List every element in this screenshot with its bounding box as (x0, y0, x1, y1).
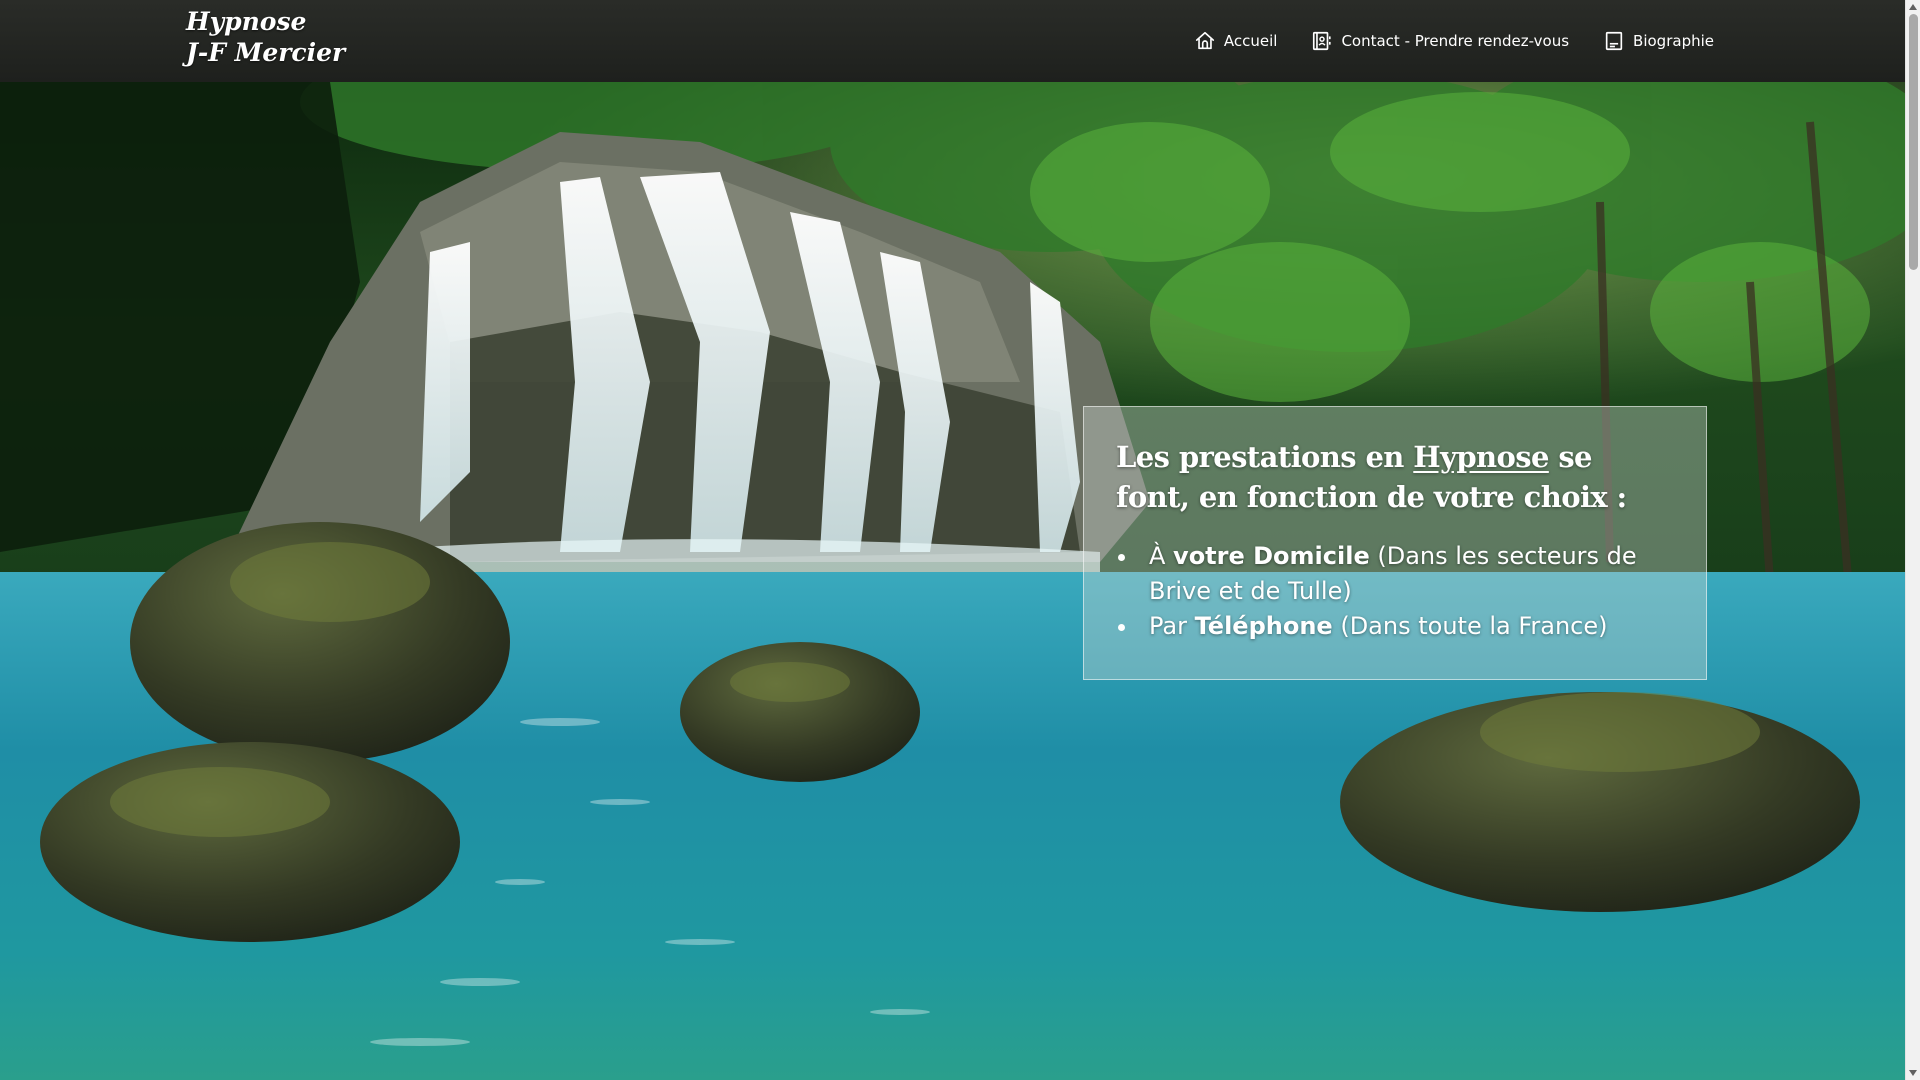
home-icon (1195, 31, 1214, 50)
services-heading: Les prestations en Hypnose se font, en f… (1116, 437, 1674, 517)
scroll-up-arrow-icon[interactable] (1909, 4, 1917, 10)
hypnose-link[interactable]: Hypnose (1413, 440, 1549, 474)
page-scrollbar[interactable] (1905, 0, 1920, 1080)
document-icon (1605, 31, 1623, 51)
nav-item-label: Biographie (1633, 32, 1714, 50)
nav-item-contact[interactable]: Contact - Prendre rendez-vous (1311, 30, 1569, 52)
scrollbar-thumb[interactable] (1909, 14, 1918, 270)
logo-line-1: Hypnose (186, 7, 307, 36)
main-navigation: Accueil Contact - Prendre rendez-vous Bi… (1194, 0, 1714, 82)
heading-text-start: Les prestations en (1116, 440, 1414, 474)
nav-item-label: Accueil (1223, 32, 1278, 50)
site-header: Hypnose J-F Mercier Accueil Contact - Pr… (0, 0, 1905, 82)
browser-viewport: Hypnose J-F Mercier Accueil Contact - Pr… (0, 0, 1905, 1080)
service-item-telephone: Par Téléphone (Dans toute la France) (1116, 609, 1674, 644)
site-logo[interactable]: Hypnose J-F Mercier (186, 6, 345, 68)
logo-line-2: J-F Mercier (186, 38, 346, 67)
services-info-panel: Les prestations en Hypnose se font, en f… (1083, 406, 1707, 680)
nav-item-label: Contact - Prendre rendez-vous (1341, 32, 1570, 50)
service-prefix: À (1149, 542, 1174, 570)
contact-card-icon (1313, 31, 1332, 51)
nav-item-accueil[interactable]: Accueil (1194, 30, 1278, 52)
service-name: Téléphone (1194, 612, 1333, 640)
nav-item-biographie[interactable]: Biographie (1603, 30, 1714, 52)
service-item-domicile: À votre Domicile (Dans les secteurs de B… (1116, 539, 1674, 609)
services-list: À votre Domicile (Dans les secteurs de B… (1116, 539, 1674, 644)
scroll-down-arrow-icon[interactable] (1909, 1070, 1917, 1076)
service-prefix: Par (1149, 612, 1195, 640)
service-detail: (Dans toute la France) (1332, 612, 1608, 640)
service-name: votre Domicile (1173, 542, 1370, 570)
